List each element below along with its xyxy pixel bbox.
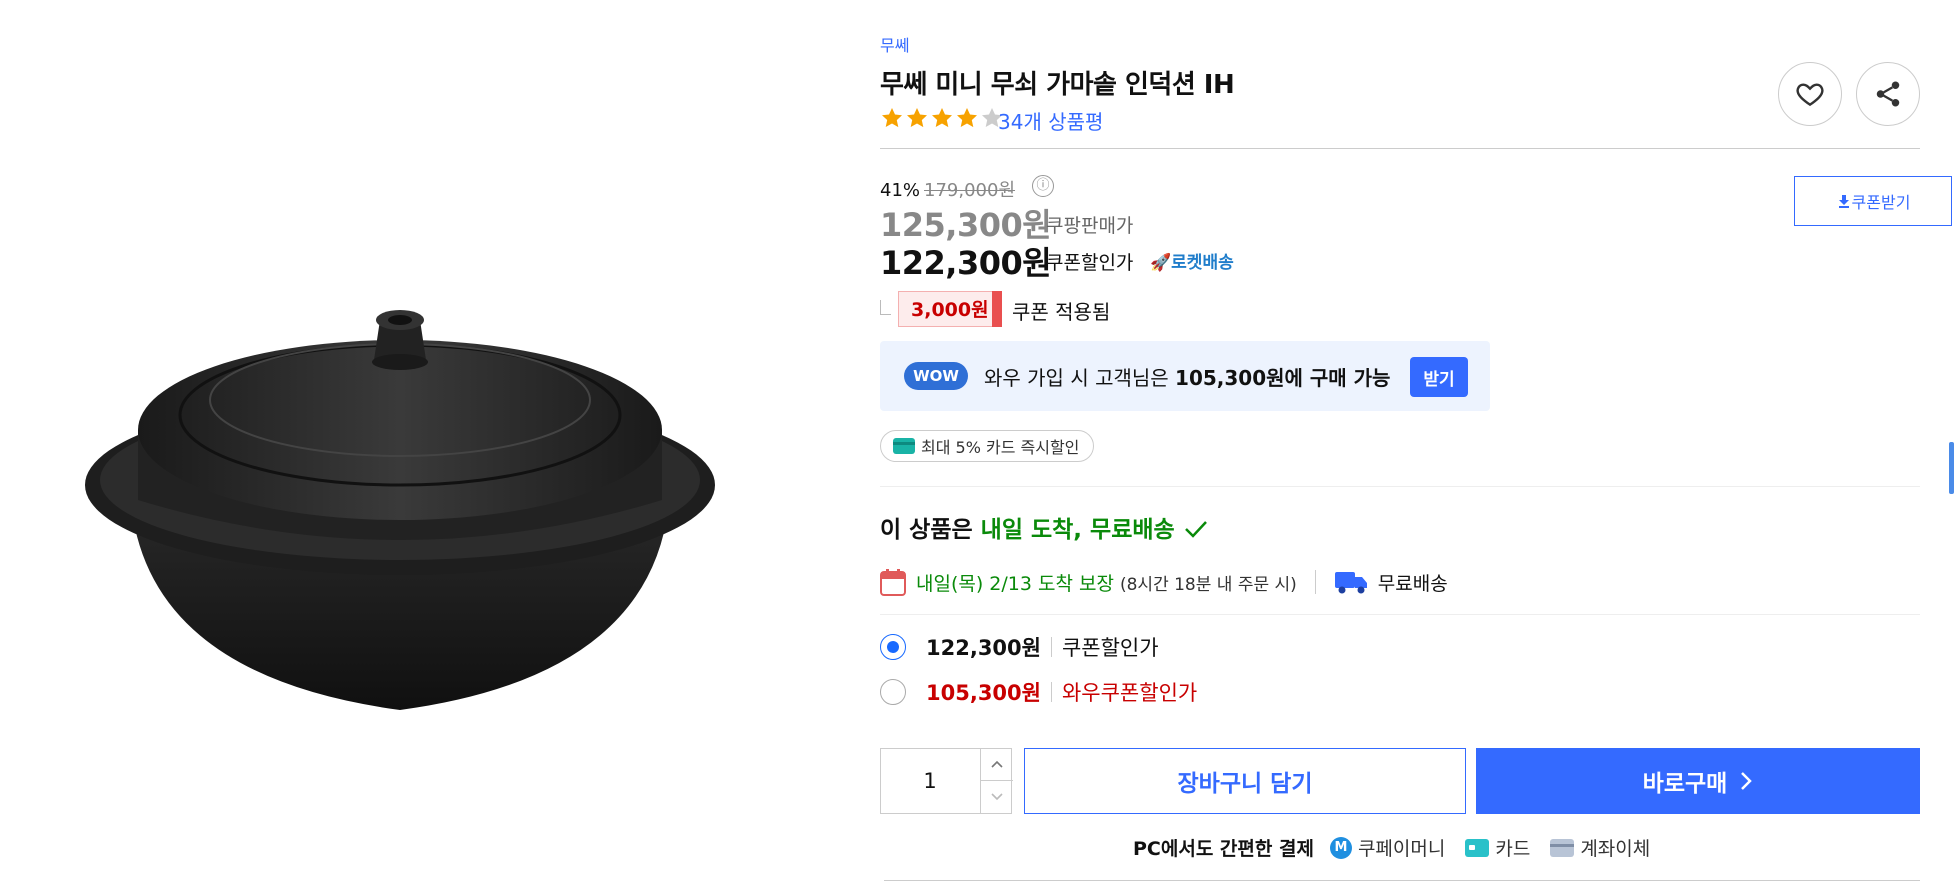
free-shipping-label: 무료배송 [1377,572,1448,595]
wow-receive-button[interactable]: 받기 [1410,357,1468,397]
card-icon [893,438,915,454]
card-discount-chip[interactable]: 최대 5% 카드 즉시할인 [880,430,1095,462]
coupon-amount-tag: 3,000원 [898,291,1002,327]
delivery-headline-prefix: 이 상품은 [880,517,981,543]
option-price: 122,300원 [926,636,1041,660]
option-label: 쿠폰할인가 [1061,636,1159,660]
heart-icon [1796,83,1824,107]
product-image [85,310,715,710]
payment-method-coupay[interactable]: 쿠페이머니 [1358,834,1445,861]
chevron-right-icon [1741,772,1753,790]
quantity-increase-button[interactable] [980,748,1013,781]
coupon-price-label: 쿠폰할인가 [1046,252,1134,274]
bank-transfer-icon [1550,838,1575,857]
option-radio-selected[interactable] [880,634,906,660]
wishlist-button[interactable] [1778,62,1842,126]
star-icon [907,108,927,128]
option-label: 와우쿠폰할인가 [1061,681,1198,705]
share-icon [1876,81,1900,107]
option-separator [1050,682,1052,702]
coupon-download-label: 쿠폰받기 [1851,193,1911,212]
coupon-download-button[interactable]: 쿠폰받기 [1794,176,1952,226]
discount-rate: 41% [880,180,921,201]
divider [880,148,1920,149]
buy-now-button[interactable]: 바로구매 [1476,748,1920,814]
delivery-headline-green: 내일 도착, 무료배송 [980,517,1175,543]
payment-method-card[interactable]: 카드 [1495,834,1530,861]
wow-promo-text: 와우 가입 시 고객님은 105,300원에 구매 가능 [984,362,1390,391]
brand-link[interactable]: 무쎄 [880,32,909,56]
coupon-tag-edge [992,291,1002,327]
divider [884,880,1920,881]
star-rating[interactable] [880,106,1004,130]
price-option-row[interactable]: 122,300원 쿠폰할인가 [880,632,1159,662]
star-icon [882,108,902,128]
coupon-applied-text: 쿠폰 적용됨 [1012,300,1111,324]
chevron-down-icon [991,793,1003,801]
download-icon [1838,195,1849,208]
coupon-price: 122,300원 [880,244,1052,282]
checkmark-icon [1184,521,1207,538]
rocket-label: 로켓배송 [1171,253,1234,273]
arrival-note: (8시간 18분 내 주문 시) [1119,574,1297,595]
chevron-up-icon [991,760,1003,768]
calendar-icon [880,569,906,596]
discount-row: 41% 179,000원 [880,176,1015,202]
share-button[interactable] [1856,62,1920,126]
vertical-separator [1314,570,1316,594]
quantity-decrease-button[interactable] [980,781,1013,813]
arrival-row: 내일(목) 2/13 도착 보장 (8시간 18분 내 주문 시) 무료배송 [880,568,1448,596]
option-price: 105,300원 [926,681,1041,705]
option-radio[interactable] [880,679,906,705]
star-icon [957,108,977,128]
divider [880,486,1920,487]
arrival-guarantee: 내일(목) 2/13 도착 보장 [916,572,1114,595]
payment-headline: PC에서도 간편한 결제 [1133,838,1314,860]
rocket-icon: 🚀 [1150,253,1172,273]
corner-connector [880,300,891,315]
product-title: 무쎄 미니 무쇠 가마솥 인덕션 IH [880,70,1235,100]
card-icon [1465,838,1490,857]
payment-method-bank-transfer[interactable]: 계좌이체 [1580,834,1650,861]
rocket-delivery-badge: 🚀로켓배송 [1150,248,1234,273]
truck-icon [1334,572,1367,594]
price-option-row[interactable]: 105,300원 와우쿠폰할인가 [880,677,1197,707]
wow-badge: WOW [904,362,968,390]
wow-text-prefix: 와우 가입 시 고객님은 [984,366,1176,390]
option-separator [1050,637,1052,657]
add-to-cart-button[interactable]: 장바구니 담기 [1024,748,1466,814]
info-icon[interactable]: ⓘ [1032,175,1054,197]
quantity-input[interactable]: 1 [880,748,980,814]
buy-now-label: 바로구매 [1642,771,1728,797]
coupay-money-icon: M [1329,836,1352,859]
delivery-headline: 이 상품은 내일 도착, 무료배송 [880,510,1209,544]
original-price: 179,000원 [924,180,1016,201]
divider [880,614,1920,615]
sale-price-label: 쿠팡판매가 [1046,215,1134,237]
review-count-link[interactable]: 34개 상품평 [998,106,1103,135]
scroll-indicator[interactable] [1949,442,1954,494]
star-icon [932,108,952,128]
payment-methods-row: PC에서도 간편한 결제 M 쿠페이머니 카드 계좌이체 [1133,834,1650,861]
wow-text-bold: 105,300원에 구매 가능 [1175,366,1391,390]
card-discount-text: 최대 5% 카드 즉시할인 [921,438,1080,457]
